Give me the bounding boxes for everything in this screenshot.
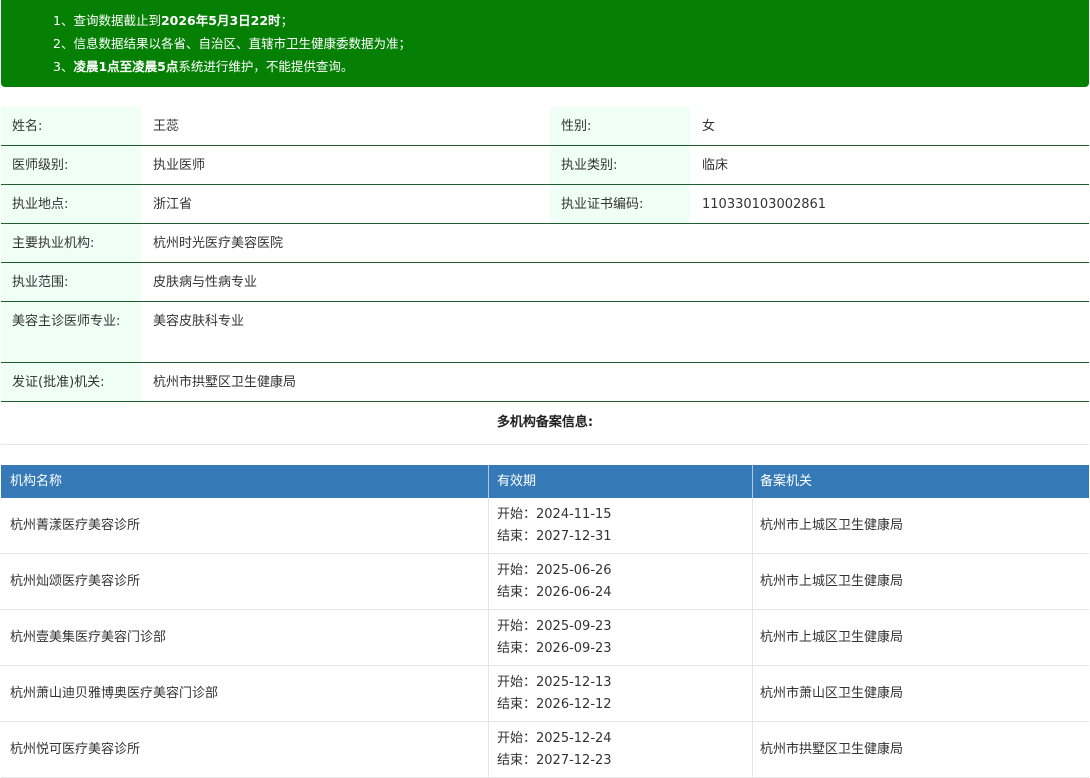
row-registry: 杭州市上城区卫生健康局: [760, 574, 904, 589]
row-start-date: 开始：2024-11-15: [497, 507, 612, 522]
notice-cutoff-time: 2026年5月3日22时: [160, 13, 281, 28]
notice-line-1: 1、查询数据截止到2026年5月3日22时；: [53, 10, 293, 29]
row-divider: [488, 610, 489, 665]
category-label: 执业类别:: [550, 146, 690, 184]
table-row: 杭州灿颂医疗美容诊所 开始：2025-06-26 结束：2026-06-24 杭…: [1, 554, 1089, 610]
category-value: 临床: [702, 158, 729, 173]
row-divider: [752, 554, 753, 609]
place-value: 浙江省: [153, 197, 193, 212]
table-row: 杭州菁漾医疗美容诊所 开始：2024-11-15 结束：2027-12-31 杭…: [1, 498, 1089, 554]
header-divider: [488, 465, 489, 498]
place-label: 执业地点:: [1, 185, 141, 223]
scope-label: 执业范围:: [1, 263, 141, 301]
notice-line-3-prefix: 3、: [53, 59, 74, 74]
table-header: 机构名称 有效期 备案机关: [1, 465, 1089, 498]
header-divider: [752, 465, 753, 498]
row-org-name: 杭州萧山迪贝雅博奥医疗美容门诊部: [10, 686, 219, 701]
notice-line-3-suffix: 系统进行维护，不能提供查询。: [178, 59, 354, 74]
level-label: 医师级别:: [1, 146, 141, 184]
info-row-name: 姓名: 王蕊 性别: 女: [1, 107, 1089, 146]
row-divider: [488, 666, 489, 721]
name-label: 姓名:: [1, 107, 141, 145]
doctor-info-table: 姓名: 王蕊 性别: 女 医师级别: 执业医师 执业类别: 临床 执业地点: 浙…: [1, 107, 1089, 402]
cosmetic-value: 美容皮肤科专业: [153, 314, 245, 329]
row-divider: [752, 498, 753, 553]
org-label: 主要执业机构:: [1, 224, 141, 262]
row-org-name: 杭州灿颂医疗美容诊所: [10, 574, 141, 589]
row-end-date: 结束：2026-12-12: [497, 697, 612, 712]
row-registry: 杭州市拱墅区卫生健康局: [760, 742, 904, 757]
info-row-scope: 执业范围: 皮肤病与性病专业: [1, 263, 1089, 302]
multi-org-title: 多机构备案信息:: [1, 402, 1089, 445]
notice-maintenance-window: 凌晨1点至凌晨5点: [73, 59, 179, 74]
row-registry: 杭州市上城区卫生健康局: [760, 518, 904, 533]
row-validity: 开始：2025-12-13 结束：2026-12-12: [497, 672, 612, 716]
gender-label: 性别:: [550, 107, 690, 145]
row-validity: 开始：2025-06-26 结束：2026-06-24: [497, 560, 612, 604]
scope-value: 皮肤病与性病专业: [153, 275, 258, 290]
info-row-place: 执业地点: 浙江省 执业证书编码: 110330103002861: [1, 185, 1089, 224]
table-row: 杭州萧山迪贝雅博奥医疗美容门诊部 开始：2025-12-13 结束：2026-1…: [1, 666, 1089, 722]
cert-label: 执业证书编码:: [550, 185, 690, 223]
level-value: 执业医师: [153, 158, 206, 173]
notice-banner: 1、查询数据截止到2026年5月3日22时； 2、信息数据结果以各省、自治区、直…: [1, 0, 1089, 87]
issuer-value: 杭州市拱墅区卫生健康局: [153, 375, 297, 390]
info-row-org: 主要执业机构: 杭州时光医疗美容医院: [1, 224, 1089, 263]
notice-line-1-suffix: ；: [280, 13, 294, 28]
row-validity: 开始：2024-11-15 结束：2027-12-31: [497, 504, 612, 548]
cosmetic-label: 美容主诊医师专业:: [1, 302, 141, 362]
info-row-level: 医师级别: 执业医师 执业类别: 临床: [1, 146, 1089, 185]
gender-value: 女: [702, 119, 716, 134]
notice-line-1-prefix: 1、查询数据截止到: [53, 13, 161, 28]
issuer-label: 发证(批准)机关:: [1, 363, 141, 401]
row-org-name: 杭州悦可医疗美容诊所: [10, 742, 141, 757]
notice-line-3: 3、凌晨1点至凌晨5点系统进行维护，不能提供查询。: [53, 56, 353, 75]
cert-number-value: 110330103002861: [702, 197, 827, 212]
row-start-date: 开始：2025-06-26: [497, 563, 612, 578]
multi-org-table: 机构名称 有效期 备案机关 杭州菁漾医疗美容诊所 开始：2024-11-15 结…: [1, 465, 1089, 778]
header-org-name: 机构名称: [10, 474, 63, 489]
org-value: 杭州时光医疗美容医院: [153, 236, 284, 251]
info-row-issuer: 发证(批准)机关: 杭州市拱墅区卫生健康局: [1, 363, 1089, 402]
row-end-date: 结束：2027-12-31: [497, 529, 612, 544]
row-org-name: 杭州壹美集医疗美容门诊部: [10, 630, 167, 645]
row-registry: 杭州市萧山区卫生健康局: [760, 686, 904, 701]
row-org-name: 杭州菁漾医疗美容诊所: [10, 518, 141, 533]
table-row: 杭州悦可医疗美容诊所 开始：2025-12-24 结束：2027-12-23 杭…: [1, 722, 1089, 778]
row-start-date: 开始：2025-12-13: [497, 675, 612, 690]
row-divider: [752, 666, 753, 721]
row-divider: [488, 498, 489, 553]
row-start-date: 开始：2025-09-23: [497, 619, 612, 634]
row-end-date: 结束：2026-09-23: [497, 641, 612, 656]
row-validity: 开始：2025-12-24 结束：2027-12-23: [497, 728, 612, 772]
row-end-date: 结束：2027-12-23: [497, 753, 612, 768]
row-registry: 杭州市上城区卫生健康局: [760, 630, 904, 645]
row-start-date: 开始：2025-12-24: [497, 731, 612, 746]
row-divider: [752, 610, 753, 665]
row-divider: [488, 722, 489, 777]
header-registry: 备案机关: [760, 474, 813, 489]
row-end-date: 结束：2026-06-24: [497, 585, 612, 600]
name-value: 王蕊: [153, 119, 180, 134]
row-validity: 开始：2025-09-23 结束：2026-09-23: [497, 616, 612, 660]
notice-line-2: 2、信息数据结果以各省、自治区、直辖市卫生健康委数据为准；: [53, 36, 411, 51]
table-row: 杭州壹美集医疗美容门诊部 开始：2025-09-23 结束：2026-09-23…: [1, 610, 1089, 666]
row-divider: [752, 722, 753, 777]
header-validity: 有效期: [497, 474, 537, 489]
info-row-cosmetic: 美容主诊医师专业: 美容皮肤科专业: [1, 302, 1089, 363]
row-divider: [488, 554, 489, 609]
